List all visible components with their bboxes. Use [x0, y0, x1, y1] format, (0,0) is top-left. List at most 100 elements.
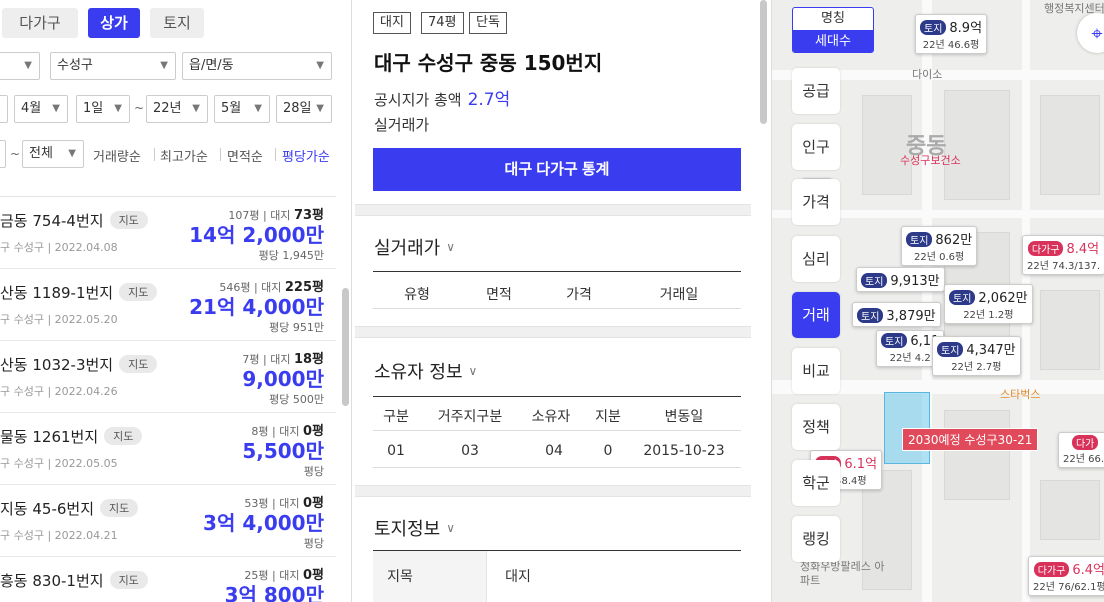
pin-year-area: 22년 1.2평: [963, 310, 1014, 321]
start-month-select[interactable]: 4월 ▼: [14, 95, 68, 123]
map-badge-button[interactable]: 지도: [109, 211, 148, 229]
sort-area[interactable]: 면적순: [227, 146, 263, 165]
map-badge-button[interactable]: 지도: [109, 571, 148, 589]
size-select[interactable]: [0, 140, 6, 168]
col-header-type: 유형: [404, 287, 430, 303]
listing-sub: 구 수성구 | 2022.04.08: [0, 241, 118, 254]
owner-cell: 04: [545, 443, 563, 459]
chevron-down-icon: ▼: [192, 103, 200, 114]
price-pin[interactable]: 토지 862만 22년 0.6평: [901, 226, 978, 266]
col-header-area: 면적: [486, 287, 512, 303]
map-side-button[interactable]: 학군: [792, 460, 840, 506]
start-day-select[interactable]: 1일 ▼: [76, 95, 130, 123]
col-header-change-date: 변동일: [664, 409, 704, 425]
tab-dagagu[interactable]: 다가구: [2, 8, 78, 38]
listing-address-text: 흥동 830-1번지: [0, 572, 104, 590]
chevron-down-icon: ▼: [68, 148, 76, 159]
price-pin[interactable]: 다가 22년 66.6: [1058, 432, 1104, 468]
listing-panel: 다가구 상가 토지 ▼ 수성구 ▼ 읍/면/동 ▼ 4월 ▼ 1일 ▼ ~ 22년 ▼ 5…: [0, 0, 352, 602]
detail-panel: 대지 74평 단독 대구 수성구 중동 150번지 공시지가 총액 2.7억 실거…: [352, 0, 772, 602]
dong-placeholder: 읍/면/동: [189, 58, 234, 73]
divider: [275, 148, 276, 161]
end-year-select[interactable]: 22년 ▼: [146, 95, 208, 123]
price-pin[interactable]: 토지 9,913만: [856, 267, 945, 292]
detail-scrollbar[interactable]: [760, 0, 767, 124]
real-price-label: 실거래가: [374, 116, 430, 134]
listing-row[interactable]: 지동 45-6번지 지도 구 수성구 | 2022.04.21 53평 | 대지 0평…: [0, 485, 336, 557]
map-side-button[interactable]: 비교: [792, 348, 840, 394]
tab-sangga[interactable]: 상가: [88, 8, 140, 38]
map-badge-button[interactable]: 지도: [119, 355, 158, 373]
start-month-value: 4월: [21, 101, 42, 116]
map-side-button[interactable]: 거래: [792, 292, 840, 338]
dong-select[interactable]: 읍/면/동 ▼: [182, 52, 332, 80]
start-year-select[interactable]: [0, 95, 8, 123]
pin-year-area: 22년 66.6: [1063, 454, 1104, 465]
sort-volume[interactable]: 거래량순: [93, 146, 141, 165]
chevron-down-icon: ∨: [446, 240, 456, 254]
end-month-select[interactable]: 5월 ▼: [214, 95, 270, 123]
listing-row[interactable]: 흥동 830-1번지 지도 25평 | 대지 0평 3억 800만: [0, 557, 336, 602]
list-scrollbar[interactable]: [342, 288, 349, 406]
listing-row[interactable]: 산동 1189-1번지 지도 구 수성구 | 2022.05.20 546평 | 대지…: [0, 269, 336, 341]
price-pin[interactable]: 토지 2,062만 22년 1.2평: [944, 284, 1033, 324]
price-pin[interactable]: 토지 8.9억 22년 46.6평: [915, 14, 988, 54]
locate-icon[interactable]: ⌖: [1077, 13, 1104, 53]
listing-sub: 구 수성구 | 2022.05.20: [0, 313, 118, 326]
chevron-down-icon: ▼: [160, 60, 168, 71]
type-select[interactable]: 전체 ▼: [22, 140, 84, 168]
listing-price: 21억 4,000만: [189, 295, 324, 319]
listing-row[interactable]: 산동 1032-3번지 지도 구 수성구 | 2022.04.26 7평 | 대지 1…: [0, 341, 336, 413]
section-divider: [355, 326, 751, 338]
city-select[interactable]: ▼: [0, 52, 40, 80]
map-badge-button[interactable]: 지도: [104, 427, 143, 445]
map-side-button[interactable]: 랭킹: [792, 516, 840, 562]
price-pin[interactable]: 토지 3,879만: [852, 302, 941, 327]
map-side-button[interactable]: 심리: [792, 236, 840, 282]
land-section-toggle[interactable]: 토지정보 ∨: [374, 515, 455, 541]
start-day-value: 1일: [83, 101, 104, 116]
listing-row[interactable]: 물동 1261번지 지도 구 수성구 | 2022.05.05 8평 | 대지 0평 5…: [0, 413, 336, 485]
listing-address: 지동 45-6번지 지도: [0, 498, 139, 519]
price-pin[interactable]: 다가구 6.4억 22년 76/62.1평: [1028, 556, 1104, 596]
sort-per-pyeong[interactable]: 평당가순: [282, 146, 330, 165]
map-side-button[interactable]: 인구: [792, 124, 840, 170]
map-view[interactable]: 행정복지센터 다이소 중동 수성구보건소 스타벅스 정화우방팔레스 아파트 20…: [772, 0, 1104, 602]
price-pin[interactable]: 다가구 8.4억 22년 74.3/137.: [1022, 235, 1104, 275]
pin-type: 다가구: [1027, 241, 1064, 256]
map-badge-button[interactable]: 지도: [119, 283, 158, 301]
jimok-value: 대지: [505, 569, 531, 585]
chevron-down-icon: ▼: [316, 60, 324, 71]
pin-year-area: 22년 0.6평: [913, 252, 965, 263]
zone-label[interactable]: 2030예정 수성구30-21: [902, 428, 1039, 451]
stats-button[interactable]: 대구 다가구 통계: [373, 148, 741, 191]
listing-row[interactable]: 금동 754-4번지 지도 구 수성구 | 2022.04.08 107평 | 대지 …: [0, 197, 336, 269]
tab-toji[interactable]: 토지: [150, 8, 204, 38]
map-side-button[interactable]: 정책: [792, 404, 840, 450]
pin-type: 토지: [920, 20, 947, 35]
col-header-date: 거래일: [659, 287, 699, 303]
listing-sub: 구 수성구 | 2022.05.05: [0, 457, 118, 470]
chevron-down-icon: ▼: [114, 103, 122, 114]
sort-highest[interactable]: 최고가순: [160, 146, 208, 165]
listing-price-per-pyeong: 평당 500만: [269, 393, 324, 406]
pin-year-area: 22년 46.6평: [922, 40, 980, 51]
end-day-select[interactable]: 28일 ▼: [276, 95, 332, 123]
toggle-name[interactable]: 명칭: [793, 8, 873, 30]
owner-section-toggle[interactable]: 소유자 정보 ∨: [374, 358, 477, 384]
map-side-button[interactable]: 공급: [792, 68, 840, 114]
detail-address: 대구 수성구 중동 150번지: [374, 51, 603, 75]
real-price-section-toggle[interactable]: 실거래가 ∨: [374, 234, 455, 260]
map-side-button[interactable]: 가격: [792, 179, 840, 225]
poi-starbucks: 스타벅스: [1000, 388, 1041, 401]
price-pin[interactable]: 토지 4,347만 22년 2.7평: [932, 336, 1021, 376]
map-badge-button[interactable]: 지도: [100, 499, 139, 517]
table-rule: [373, 430, 741, 431]
district-select[interactable]: 수성구 ▼: [50, 52, 176, 80]
listing-address: 산동 1189-1번지 지도: [0, 282, 158, 303]
pin-type: 다가: [1071, 435, 1099, 450]
toggle-households[interactable]: 세대수: [793, 30, 873, 52]
tag-land-use: 대지: [373, 12, 411, 34]
listing-price: 5,500만: [242, 439, 324, 463]
label-toggle[interactable]: 명칭 세대수: [792, 7, 874, 53]
